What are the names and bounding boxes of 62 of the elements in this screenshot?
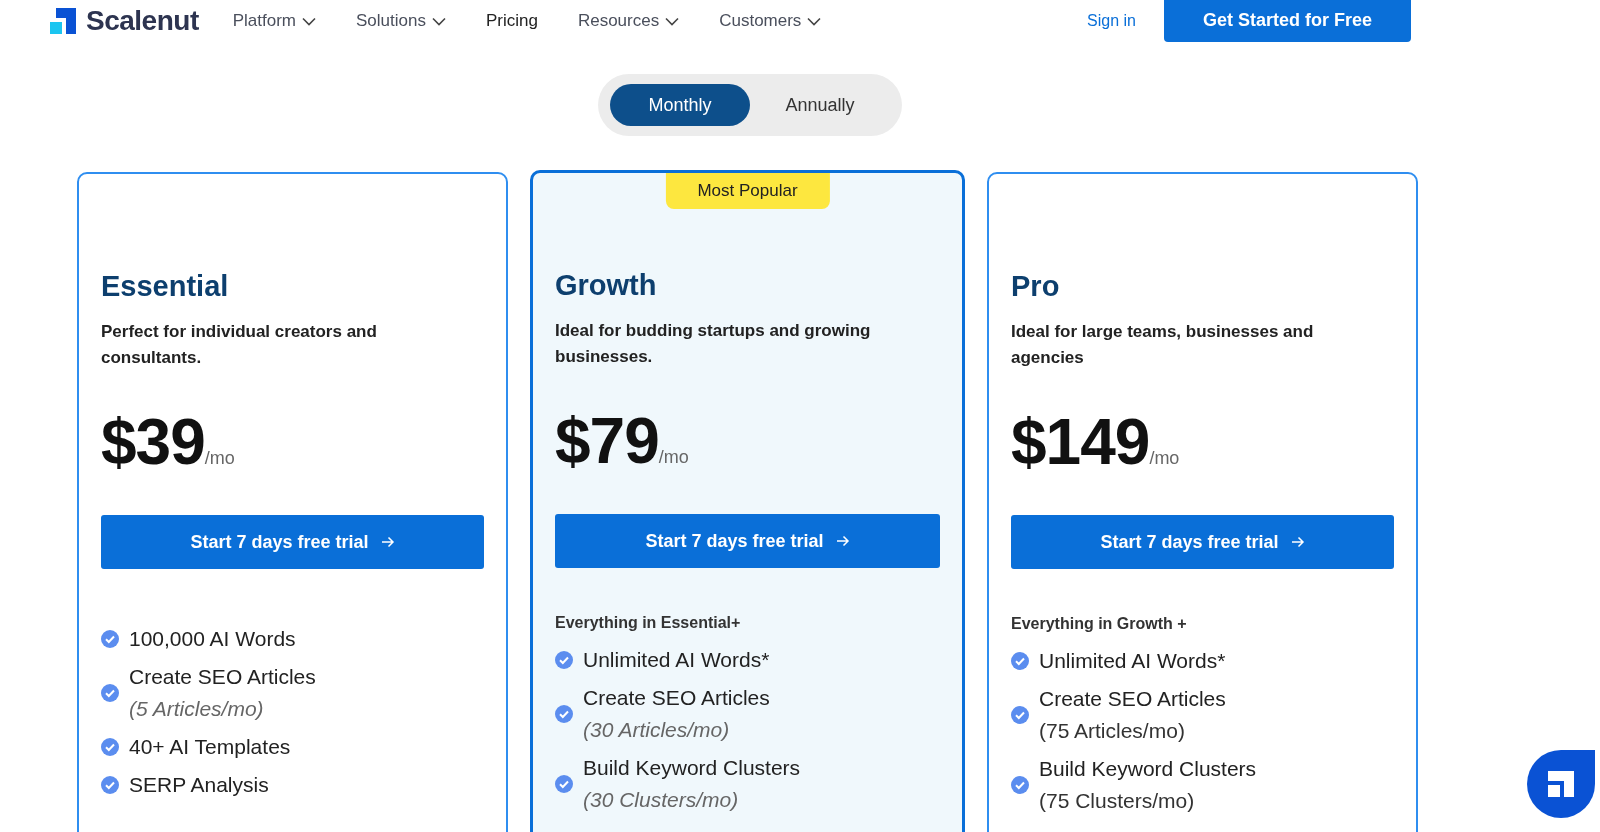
price-period: /mo bbox=[204, 448, 235, 468]
check-icon bbox=[101, 684, 119, 702]
check-icon bbox=[101, 776, 119, 794]
check-icon bbox=[1011, 706, 1029, 724]
arrow-icon bbox=[835, 535, 850, 547]
plan-name: Pro bbox=[1011, 270, 1061, 303]
price: $79 bbox=[555, 404, 659, 478]
logo-icon[interactable] bbox=[50, 8, 76, 34]
price-period: /mo bbox=[1149, 448, 1180, 468]
billing-option[interactable]: Annually bbox=[750, 84, 890, 126]
brand-name[interactable]: Scalenut bbox=[86, 5, 199, 37]
billing-option[interactable]: Monthly bbox=[610, 84, 750, 126]
check-icon bbox=[101, 630, 119, 648]
sign-in-link[interactable]: Sign in bbox=[1087, 12, 1136, 30]
price-period: /mo bbox=[658, 447, 689, 467]
plan-name: Growth bbox=[555, 269, 658, 302]
nav-link[interactable]: Pricing bbox=[485, 11, 538, 31]
features-intro: Everything in Growth + bbox=[1011, 615, 1188, 633]
nav-link[interactable]: Solutions bbox=[356, 11, 446, 31]
feature-note: (5 Articles/mo) bbox=[129, 697, 265, 721]
check-icon bbox=[101, 738, 119, 756]
caret-icon bbox=[431, 16, 446, 26]
check-icon bbox=[555, 705, 573, 723]
feature-text: Create SEO Articles bbox=[583, 686, 770, 710]
plan-description: Ideal for large teams, businesses and agencies bbox=[1011, 321, 1315, 369]
feature-text: 40+ AI Templates bbox=[129, 735, 291, 759]
feature-text: Create SEO Articles bbox=[1039, 687, 1226, 711]
caret-icon bbox=[665, 16, 680, 26]
check-icon bbox=[1011, 776, 1029, 794]
free-trial-button[interactable]: Start 7 days free trial bbox=[555, 514, 940, 568]
check-icon bbox=[1011, 652, 1029, 670]
logo-icon bbox=[1548, 771, 1574, 797]
caret-icon bbox=[302, 16, 316, 26]
feature-note: (75 Clusters/mo) bbox=[1039, 789, 1196, 813]
price: $39 bbox=[101, 405, 205, 479]
free-trial-button[interactable]: Start 7 days free trial bbox=[101, 515, 484, 569]
feature-note: (30 Articles/mo) bbox=[583, 718, 731, 742]
nav-link[interactable]: Resources bbox=[577, 11, 680, 31]
features-intro: Everything in Essential+ bbox=[555, 614, 742, 632]
check-icon bbox=[555, 651, 573, 669]
feature-note: (75 Articles/mo) bbox=[1039, 719, 1186, 743]
feature-text: Build Keyword Clusters bbox=[583, 756, 801, 780]
get-started-button[interactable]: Get Started for Free bbox=[1164, 0, 1411, 42]
free-trial-button[interactable]: Start 7 days free trial bbox=[1011, 515, 1394, 569]
popular-badge: Most Popular bbox=[665, 173, 830, 209]
nav-link[interactable]: Customers bbox=[719, 11, 822, 31]
caret-icon bbox=[807, 16, 822, 26]
feature-text: Create SEO Articles bbox=[129, 665, 316, 689]
plan-description: Perfect for individual creators and consultants. bbox=[101, 321, 378, 369]
check-icon bbox=[555, 775, 573, 793]
feature-text: 100,000 AI Words bbox=[129, 627, 296, 651]
feature-note: (30 Clusters/mo) bbox=[583, 788, 740, 812]
price: $149 bbox=[1011, 405, 1150, 479]
feature-text: Build Keyword Clusters bbox=[1039, 757, 1257, 781]
plan-description: Ideal for budding startups and growing businesses. bbox=[555, 320, 872, 368]
feature-text: SERP Analysis bbox=[129, 773, 269, 797]
arrow-icon bbox=[380, 536, 395, 548]
plan-name: Essential bbox=[101, 270, 230, 303]
feature-text: Unlimited AI Words* bbox=[1039, 649, 1226, 673]
nav-link[interactable]: Platform bbox=[232, 11, 316, 31]
feature-text: Unlimited AI Words* bbox=[583, 648, 770, 672]
arrow-icon bbox=[1290, 536, 1305, 548]
